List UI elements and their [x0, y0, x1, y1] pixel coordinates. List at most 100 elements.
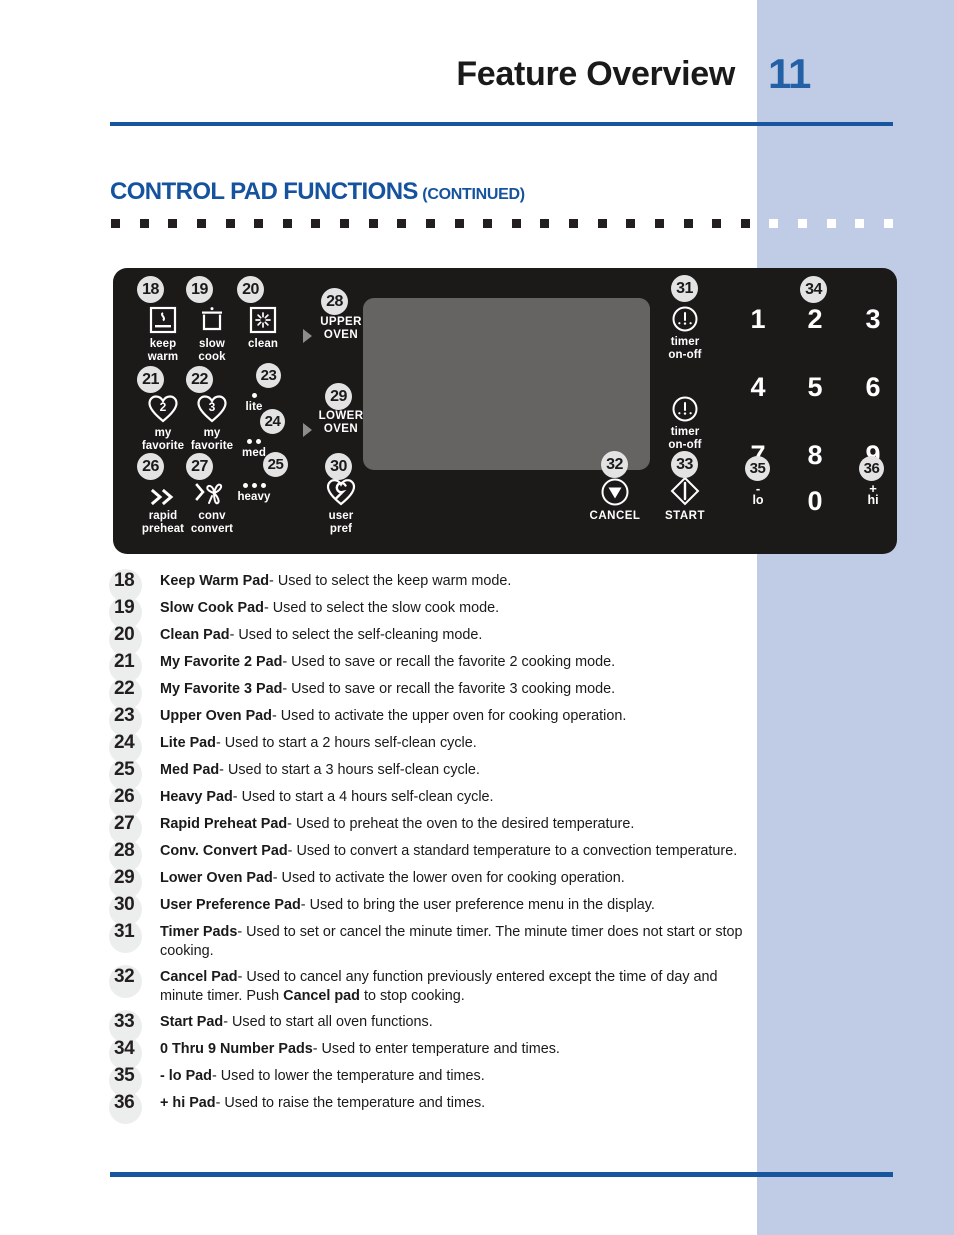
svg-text:3: 3 [209, 400, 216, 414]
page-number: 11 [768, 50, 811, 97]
description-item-term: My Favorite 3 Pad [160, 681, 283, 697]
callout-25: 24 [260, 409, 285, 434]
control-panel-illustration: 18 keep warm 19 slow cook 20 clean 21 2 … [113, 268, 897, 554]
description-item-text: My Favorite 2 Pad- Used to save or recal… [160, 654, 616, 670]
cancel-icon [581, 475, 649, 507]
description-item-term: User Preference Pad [160, 897, 301, 913]
description-item-number: 33 [108, 1010, 160, 1043]
pad-start-label: START [665, 510, 705, 522]
pad-timer-on-off-lower-label: timer on-off [668, 426, 702, 451]
description-item-text: User Preference Pad- Used to bring the u… [160, 897, 655, 913]
timer-icon [651, 393, 719, 423]
description-item: 29 Lower Oven Pad- Used to activate the l… [108, 866, 758, 899]
description-item-term: Clean Pad [160, 627, 230, 643]
keypad-5[interactable]: 5 [798, 372, 832, 403]
pad-lo[interactable]: - lo [741, 482, 775, 507]
pad-cancel[interactable]: CANCEL [581, 475, 649, 523]
keypad-2[interactable]: 2 [798, 304, 832, 335]
pad-upper-oven[interactable]: UPPER OVEN [311, 316, 371, 342]
pad-hi[interactable]: + hi [856, 482, 890, 507]
pad-clean[interactable]: clean [227, 301, 299, 351]
pad-conv-convert[interactable]: conv convert [176, 475, 248, 535]
pad-timer-on-off-lower[interactable]: timer on-off [651, 393, 719, 451]
description-item: 36 + hi Pad- Used to raise the temperatur… [108, 1091, 758, 1124]
callout-21: 21 [137, 366, 164, 393]
keypad-1[interactable]: 1 [741, 304, 775, 335]
description-item: 22 My Favorite 3 Pad- Used to save or rec… [108, 677, 758, 710]
description-item-number: 23 [108, 704, 160, 737]
description-item-number: 29 [108, 866, 160, 899]
description-item-text: Clean Pad- Used to select the self-clean… [160, 627, 483, 643]
header-divider [110, 122, 893, 126]
description-item: 24 Lite Pad- Used to start a 2 hours self… [108, 731, 758, 764]
pad-timer-on-off-upper-label: timer on-off [668, 336, 702, 361]
description-item-text: My Favorite 3 Pad- Used to save or recal… [160, 681, 616, 697]
description-item: 18 Keep Warm Pad- Used to select the keep… [108, 569, 758, 602]
description-item-number: 21 [108, 650, 160, 683]
description-item-term: Rapid Preheat Pad [160, 816, 288, 832]
description-item: 28 Conv. Convert Pad- Used to convert a s… [108, 839, 758, 872]
callout-32: 32 [601, 451, 628, 478]
callout-28: 27 [186, 453, 213, 480]
keypad-3[interactable]: 3 [856, 304, 890, 335]
description-item-text: Heavy Pad- Used to start a 4 hours self-… [160, 789, 494, 805]
description-item: 32 Cancel Pad- Used to cancel any functio… [108, 965, 758, 1006]
section-heading: CONTROL PAD FUNCTIONS (CONTINUED) [110, 178, 525, 206]
keypad-4[interactable]: 4 [741, 372, 775, 403]
pad-lower-oven[interactable]: LOWER OVEN [311, 410, 371, 436]
pad-cancel-label: CANCEL [589, 510, 641, 522]
description-item-text: 0 Thru 9 Number Pads- Used to enter temp… [160, 1041, 560, 1057]
description-item-number: 32 [108, 965, 160, 998]
start-icon [651, 475, 719, 507]
description-item-text: Start Pad- Used to start all oven functi… [160, 1014, 433, 1030]
pad-start[interactable]: START [651, 475, 719, 523]
description-item-term: + hi Pad [160, 1095, 216, 1111]
description-item: 35- lo Pad- Used to lower the temperatur… [108, 1064, 758, 1097]
description-item: 25 Med Pad- Used to start a 3 hours self-… [108, 758, 758, 791]
page-sidebar [757, 0, 954, 1235]
description-item: 23 Upper Oven Pad- Used to activate the u… [108, 704, 758, 737]
callout-23: 28 [321, 288, 348, 315]
description-item-number: 30 [108, 893, 160, 926]
pad-timer-on-off-upper[interactable]: timer on-off [651, 303, 719, 361]
description-item-term: My Favorite 2 Pad [160, 654, 283, 670]
callout-19: 19 [186, 276, 213, 303]
description-item-number: 19 [108, 596, 160, 629]
keypad-6[interactable]: 6 [856, 372, 890, 403]
description-item: 31 Timer Pads- Used to set or cancel the … [108, 920, 758, 961]
keypad-0[interactable]: 0 [798, 486, 832, 517]
description-item: 30 User Preference Pad- Used to bring the… [108, 893, 758, 926]
description-item-text: - lo Pad- Used to lower the temperature … [160, 1068, 485, 1084]
description-item-number: 18 [108, 569, 160, 602]
description-item-number: 20 [108, 623, 160, 656]
pad-hi-label: hi [867, 493, 879, 507]
description-item-text: Timer Pads- Used to set or cancel the mi… [160, 924, 743, 959]
description-item-text: Upper Oven Pad- Used to activate the upp… [160, 708, 627, 724]
description-item-text: Rapid Preheat Pad- Used to preheat the o… [160, 816, 635, 832]
callout-35: 35 [745, 456, 770, 481]
description-item-term: Lower Oven Pad [160, 870, 273, 886]
footer-divider [110, 1172, 893, 1177]
callout-22: 22 [186, 366, 213, 393]
description-item-text: Med Pad- Used to start a 3 hours self-cl… [160, 762, 480, 778]
description-item-number: 24 [108, 731, 160, 764]
callout-30: 30 [325, 453, 352, 480]
description-item-term: Slow Cook Pad [160, 600, 264, 616]
pad-lo-label: lo [752, 493, 764, 507]
description-item-term: Timer Pads [160, 924, 238, 940]
fan-icon [176, 475, 248, 507]
section-continued-label: (CONTINUED) [422, 186, 525, 203]
description-item-term: - lo Pad [160, 1068, 212, 1084]
description-item-number: 36 [108, 1091, 160, 1124]
description-item: 34 0 Thru 9 Number Pads- Used to enter te… [108, 1037, 758, 1070]
page-header: Feature Overview 11 [0, 50, 954, 115]
description-item: 27 Rapid Preheat Pad- Used to preheat the… [108, 812, 758, 845]
description-item-term: Start Pad [160, 1014, 224, 1030]
section-dotted-divider [111, 218, 893, 228]
description-item-number: 28 [108, 839, 160, 872]
description-item-text: Cancel Pad- Used to cancel any function … [160, 969, 718, 1004]
description-item-term: Conv. Convert Pad [160, 843, 288, 859]
keypad-8[interactable]: 8 [798, 440, 832, 471]
pad-user-pref[interactable]: user pref [305, 476, 377, 535]
callout-36: 36 [859, 456, 884, 481]
